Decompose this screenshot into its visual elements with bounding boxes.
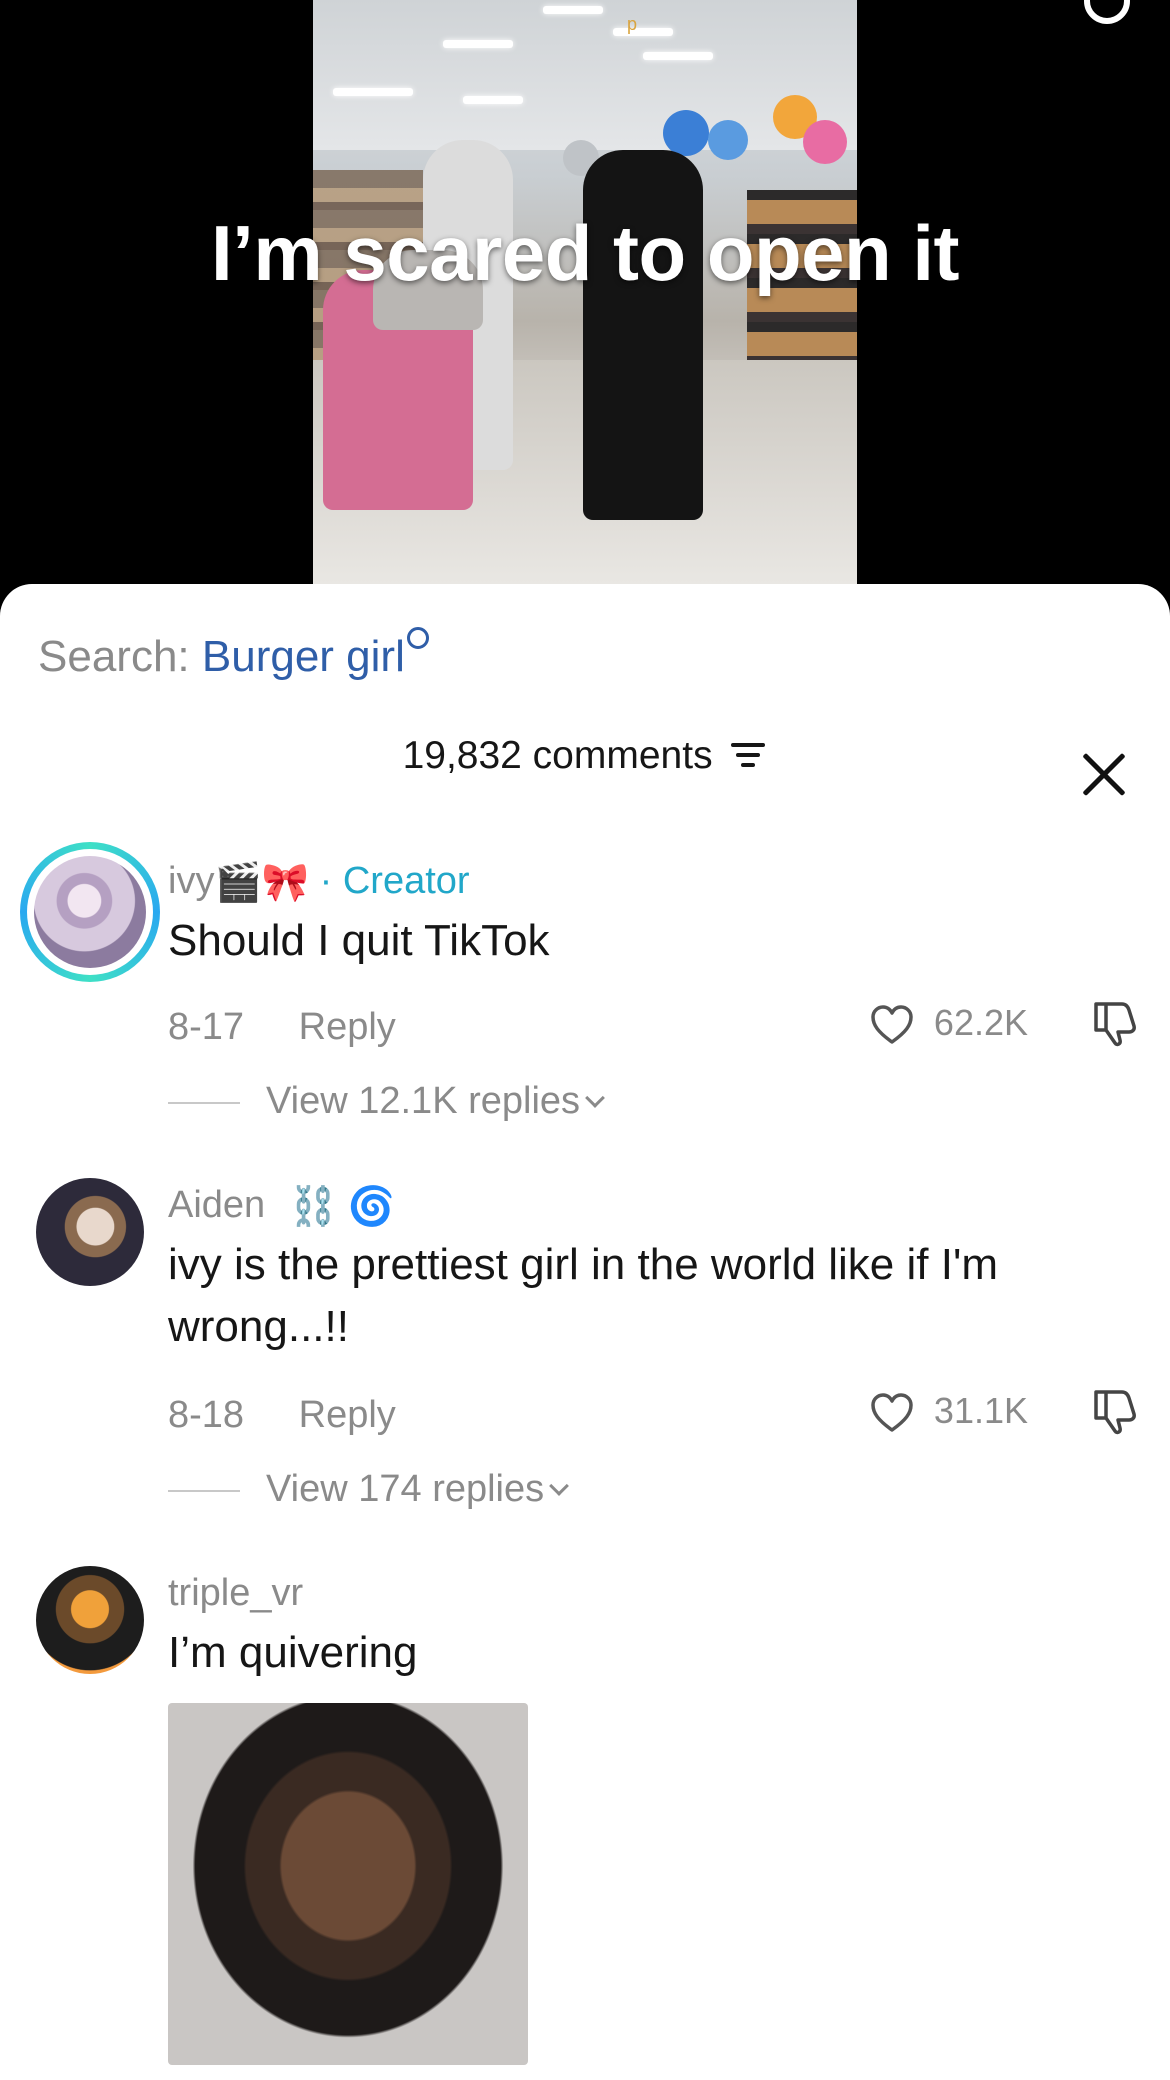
comment-username[interactable]: triple_vr [168, 1572, 303, 1615]
comment-meta: 8-17 Reply [168, 1006, 396, 1049]
ceiling-light [333, 88, 413, 96]
like-count: 62.2K [933, 1002, 1028, 1043]
like-button[interactable]: 31.1K [870, 1390, 1028, 1433]
search-icon [406, 627, 429, 649]
heart-icon [871, 1393, 913, 1433]
ceiling-light [643, 52, 713, 60]
balloon [708, 120, 748, 160]
view-replies-button[interactable]: View 12.1K replies [168, 1080, 605, 1123]
ceiling-light [613, 28, 673, 36]
comment-date: 8-18 [168, 1394, 245, 1436]
video-player[interactable]: p I’m scared to open it [0, 0, 1170, 600]
comment-meta: 8-18 Reply [168, 1394, 396, 1437]
username-text: triple_vr [168, 1572, 304, 1614]
balloon [663, 110, 709, 156]
username-text: ivy [168, 860, 215, 902]
comments-sheet: Search: Burger girl 19,832 comments ivy🎬… [0, 584, 1170, 2080]
avatar[interactable] [20, 842, 160, 982]
divider-line [168, 1101, 240, 1104]
reply-button[interactable]: Reply [299, 1006, 396, 1048]
creator-badge: · Creator [319, 860, 470, 902]
avatar[interactable] [36, 1566, 144, 1674]
comment-date: 8-17 [168, 1006, 245, 1048]
tiktok-comments-screen: p I’m scared to open it Search: Burger g… [0, 0, 1170, 2080]
chevron-down-icon [585, 1088, 605, 1108]
ceiling-light [463, 96, 523, 104]
like-count: 31.1K [933, 1390, 1028, 1431]
divider-line [168, 1489, 240, 1492]
search-icon[interactable] [1084, 0, 1130, 24]
like-button[interactable]: 62.2K [870, 1002, 1028, 1045]
search-term[interactable]: Burger girl [202, 632, 405, 681]
video-corner-text: p [627, 14, 638, 34]
dislike-icon[interactable] [1088, 998, 1140, 1048]
view-replies-label: View 12.1K replies [266, 1080, 581, 1122]
close-icon[interactable] [1080, 752, 1126, 798]
heart-icon [871, 1005, 913, 1045]
username-emoji: ⛓️ 🌀 [289, 1185, 395, 1228]
comment-username[interactable]: Aiden ⛓️ 🌀 [168, 1184, 395, 1229]
comment-text: I’m quivering [168, 1628, 418, 1677]
avatar[interactable] [36, 1178, 144, 1286]
view-replies-button[interactable]: View 174 replies [168, 1468, 570, 1511]
comments-count: 19,832 comments [402, 734, 713, 777]
ceiling-light [443, 40, 513, 48]
comment-image-crying-man[interactable] [168, 1703, 528, 2065]
search-prefix: Search: [38, 632, 190, 681]
sort-filter-icon[interactable] [729, 741, 767, 769]
comments-count-header: 19,832 comments [0, 734, 1170, 778]
reply-button[interactable]: Reply [299, 1394, 396, 1436]
comment-username[interactable]: ivy🎬🎀 · Creator [168, 860, 470, 905]
search-suggestion[interactable]: Search: Burger girl [38, 627, 429, 682]
shopper-figure [583, 150, 703, 520]
view-replies-label: View 174 replies [266, 1468, 545, 1510]
comment-text: Should I quit TikTok [168, 916, 550, 965]
balloon [803, 120, 847, 164]
chevron-down-icon [549, 1476, 570, 1496]
username-text: Aiden [168, 1184, 266, 1226]
username-emoji: 🎬🎀 [214, 861, 310, 904]
comment-text: ivy is the prettiest girl in the world l… [168, 1240, 999, 1351]
video-caption: I’m scared to open it [211, 209, 959, 297]
dislike-icon[interactable] [1088, 1386, 1140, 1436]
ceiling-light [543, 6, 603, 14]
